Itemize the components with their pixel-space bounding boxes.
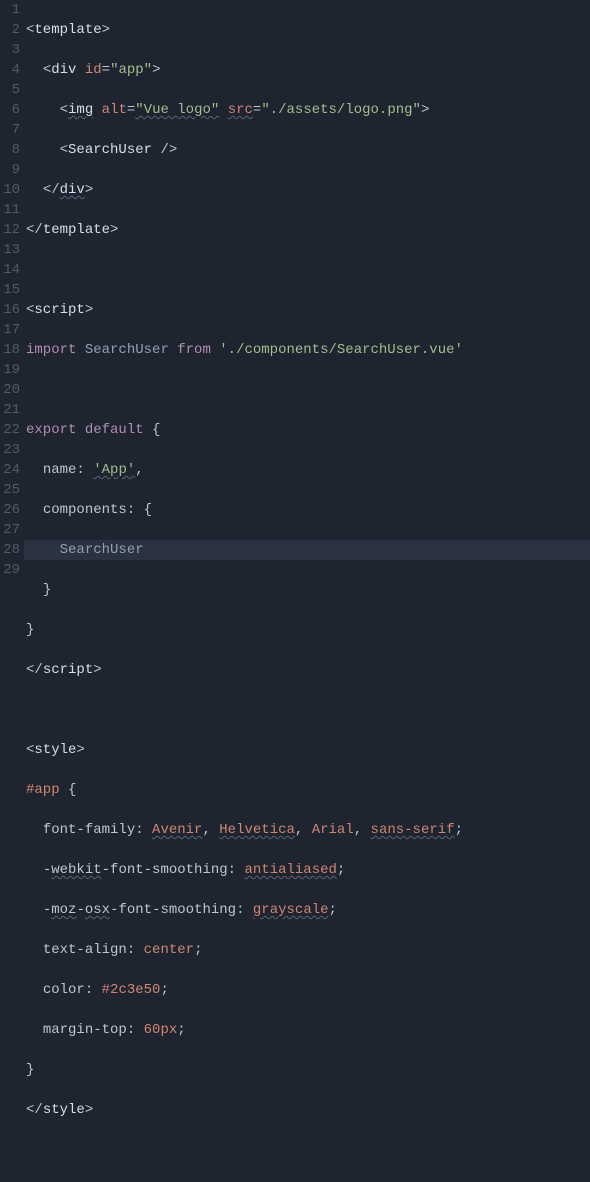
line-number: 9 [0,160,20,180]
code-line[interactable]: -moz-osx-font-smoothing: grayscale; [26,900,590,920]
code-line[interactable]: text-align: center; [26,940,590,960]
code-line[interactable]: </template> [26,220,590,240]
code-line[interactable]: </div> [26,180,590,200]
line-number: 28 [0,540,20,560]
code-line[interactable]: import SearchUser from './components/Sea… [26,340,590,360]
code-line[interactable]: -webkit-font-smoothing: antialiased; [26,860,590,880]
line-number: 7 [0,120,20,140]
line-number: 1 [0,0,20,20]
line-number: 2 [0,20,20,40]
code-line[interactable]: name: 'App', [26,460,590,480]
line-number: 24 [0,460,20,480]
line-number: 11 [0,200,20,220]
code-line[interactable]: <SearchUser /> [26,140,590,160]
code-line[interactable]: <img alt="Vue logo" src="./assets/logo.p… [26,100,590,120]
line-number: 14 [0,260,20,280]
code-line[interactable]: } [26,620,590,640]
code-editor[interactable]: 1 2 3 4 5 6 7 8 9 10 11 12 13 14 15 16 1… [0,0,590,591]
code-line[interactable]: margin-top: 60px; [26,1020,590,1040]
line-number: 13 [0,240,20,260]
code-line[interactable] [26,260,590,280]
line-number: 27 [0,520,20,540]
code-line[interactable] [26,700,590,720]
line-number: 17 [0,320,20,340]
code-line[interactable]: <style> [26,740,590,760]
line-number: 3 [0,40,20,60]
line-number-gutter: 1 2 3 4 5 6 7 8 9 10 11 12 13 14 15 16 1… [0,0,24,591]
line-number: 26 [0,500,20,520]
line-number: 25 [0,480,20,500]
line-number: 19 [0,360,20,380]
code-line[interactable]: <div id="app"> [26,60,590,80]
line-number: 23 [0,440,20,460]
line-number: 21 [0,400,20,420]
line-number: 4 [0,60,20,80]
code-line[interactable] [26,1140,590,1160]
line-number: 10 [0,180,20,200]
code-line[interactable]: #app { [26,780,590,800]
code-area[interactable]: <template> <div id="app"> <img alt="Vue … [24,0,590,591]
code-line[interactable]: components: { [26,500,590,520]
line-number: 22 [0,420,20,440]
code-line[interactable]: } [26,580,590,600]
line-number: 6 [0,100,20,120]
code-line[interactable]: <template> [26,20,590,40]
line-number: 5 [0,80,20,100]
line-number: 20 [0,380,20,400]
line-number: 18 [0,340,20,360]
code-line[interactable]: color: #2c3e50; [26,980,590,1000]
line-number: 12 [0,220,20,240]
code-line[interactable]: export default { [26,420,590,440]
code-line[interactable]: } [26,1060,590,1080]
line-number: 29 [0,560,20,580]
code-line[interactable]: <script> [26,300,590,320]
code-line-current[interactable]: SearchUser [24,540,590,560]
code-line[interactable]: </style> [26,1100,590,1120]
code-line[interactable]: </script> [26,660,590,680]
line-number: 8 [0,140,20,160]
line-number: 15 [0,280,20,300]
code-line[interactable]: font-family: Avenir, Helvetica, Arial, s… [26,820,590,840]
code-line[interactable] [26,380,590,400]
line-number: 16 [0,300,20,320]
